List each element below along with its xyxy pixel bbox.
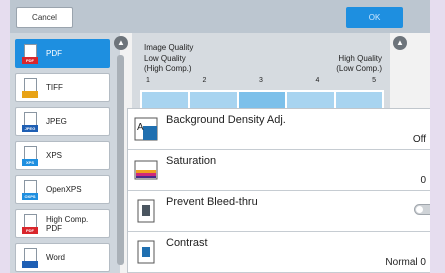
setting-value: 0 [420, 175, 426, 186]
file-format-list: PDF PDF TIFF JPEG JPEG XPS XPS OXPS Open… [10, 33, 120, 273]
quality-level-numbers: 12345 [146, 77, 376, 84]
format-label: TIFF [46, 83, 63, 92]
high-quality-label: High Quality (Low Comp.) [336, 54, 382, 73]
format-label: OpenXPS [46, 185, 82, 194]
saturation-icon [134, 160, 158, 180]
format-label: JPEG [46, 117, 67, 126]
format-scrollbar[interactable] [117, 55, 124, 265]
format-word[interactable]: Word [15, 243, 110, 272]
word-icon [22, 247, 40, 268]
setting-contrast[interactable]: Contrast Normal 0 › [128, 232, 430, 273]
setting-label: Background Density Adj. [166, 114, 286, 126]
format-pdf[interactable]: PDF PDF [15, 39, 110, 68]
cancel-button[interactable]: Cancel [16, 7, 73, 28]
image-quality-title: Image Quality [144, 43, 194, 52]
format-tiff[interactable]: TIFF [15, 73, 110, 102]
setting-value: Off [412, 134, 426, 145]
format-jpeg[interactable]: JPEG JPEG [15, 107, 110, 136]
setting-label: Contrast [166, 237, 208, 249]
top-bar: Cancel OK [10, 0, 430, 33]
settings-scroll-up-button[interactable]: ▲ [393, 36, 407, 50]
setting-prevent-bleed-thru[interactable]: Prevent Bleed-thru [128, 191, 430, 232]
pdf-icon: PDF [22, 43, 40, 64]
svg-text:A: A [137, 122, 144, 133]
tiff-icon [22, 77, 40, 98]
setting-label: Saturation [166, 155, 217, 167]
background-density-icon: A [134, 117, 158, 141]
setting-background-density[interactable]: A Background Density Adj. Off › [128, 109, 430, 150]
format-scroll-up-button[interactable]: ▲ [114, 36, 128, 50]
scan-settings-screen: Cancel OK PDF PDF TIFF JPEG JPEG XPS XPS… [10, 0, 430, 273]
contrast-icon [137, 240, 155, 264]
format-label: High Comp. PDF [46, 214, 89, 233]
xps-icon: XPS [22, 145, 40, 166]
quality-slider[interactable] [140, 90, 384, 110]
prevent-bleed-toggle[interactable] [414, 204, 430, 215]
ok-button[interactable]: OK [346, 7, 403, 28]
format-xps[interactable]: XPS XPS [15, 141, 110, 170]
high-comp-pdf-icon: PDF [22, 213, 40, 234]
format-label: XPS [46, 151, 63, 160]
openxps-icon: OXPS [22, 179, 40, 200]
prevent-bleed-icon [137, 199, 155, 223]
setting-label: Prevent Bleed-thru [166, 196, 258, 208]
image-quality-panel: Image Quality Low Quality(Low Comp.)(Hig… [132, 33, 390, 113]
low-quality-label: Low Quality(Low Comp.)(High Comp.) [144, 54, 192, 73]
jpeg-icon: JPEG [22, 111, 40, 132]
settings-list: A Background Density Adj. Off › Saturati… [127, 108, 430, 273]
format-high-comp-pdf[interactable]: PDF High Comp. PDF [15, 209, 110, 238]
setting-value: Normal 0 [385, 257, 426, 268]
format-openxps[interactable]: OXPS OpenXPS [15, 175, 110, 204]
setting-saturation[interactable]: Saturation 0 › [128, 150, 430, 191]
format-label: PDF [46, 49, 62, 58]
format-label: Word [46, 253, 65, 262]
